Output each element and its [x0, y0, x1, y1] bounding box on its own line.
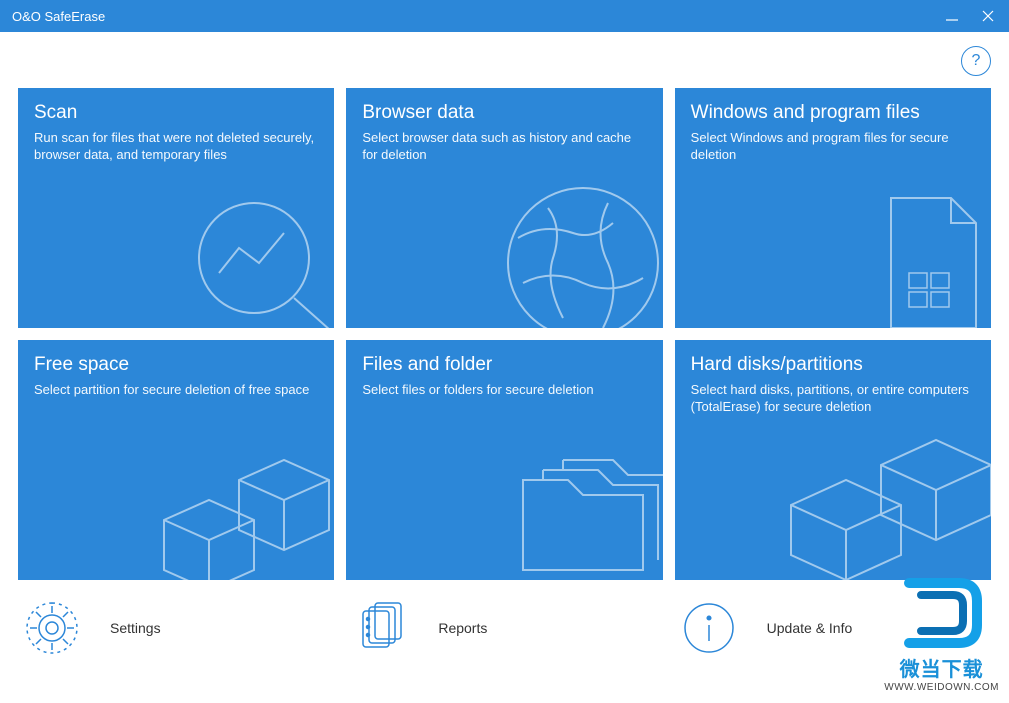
card-title: Files and folder: [362, 354, 646, 376]
card-title: Free space: [34, 354, 318, 376]
card-desc: Select browser data such as history and …: [362, 130, 646, 164]
window-controls: [943, 7, 997, 25]
info-icon: [681, 600, 737, 656]
magnifier-icon: [164, 188, 334, 328]
nav-settings[interactable]: Settings: [18, 596, 334, 660]
card-title: Scan: [34, 102, 318, 124]
card-windows-files[interactable]: Windows and program files Select Windows…: [675, 88, 991, 328]
help-icon: ?: [972, 52, 981, 70]
reports-icon: [352, 600, 408, 656]
gear-icon: [24, 600, 80, 656]
disks-icon: [771, 410, 991, 580]
minimize-icon: [945, 9, 959, 23]
card-title: Browser data: [362, 102, 646, 124]
minimize-button[interactable]: [943, 7, 961, 25]
bottom-nav: Settings Reports Update & Info: [0, 590, 1009, 670]
card-browser-data[interactable]: Browser data Select browser data such as…: [346, 88, 662, 328]
nav-label: Settings: [110, 620, 161, 636]
card-desc: Select files or folders for secure delet…: [362, 382, 646, 399]
nav-label: Reports: [438, 620, 487, 636]
app-title: O&O SafeErase: [12, 9, 943, 24]
nav-update-info[interactable]: Update & Info: [675, 596, 991, 660]
watermark-line2: WWW.WEIDOWN.COM: [884, 682, 999, 693]
help-row: ?: [0, 32, 1009, 76]
file-window-icon: [861, 178, 991, 328]
nav-reports[interactable]: Reports: [346, 596, 662, 660]
card-hard-disks[interactable]: Hard disks/partitions Select hard disks,…: [675, 340, 991, 580]
card-desc: Select partition for secure deletion of …: [34, 382, 318, 399]
help-button[interactable]: ?: [961, 46, 991, 76]
globe-icon: [473, 168, 663, 328]
card-title: Hard disks/partitions: [691, 354, 975, 376]
nav-label: Update & Info: [767, 620, 853, 636]
titlebar: O&O SafeErase: [0, 0, 1009, 32]
close-button[interactable]: [979, 7, 997, 25]
close-icon: [981, 9, 995, 23]
folder-icon: [473, 420, 663, 580]
card-files-folder[interactable]: Files and folder Select files or folders…: [346, 340, 662, 580]
card-title: Windows and program files: [691, 102, 975, 124]
card-desc: Run scan for files that were not deleted…: [34, 130, 318, 164]
card-desc: Select Windows and program files for sec…: [691, 130, 975, 164]
boxes-icon: [134, 420, 334, 580]
card-scan[interactable]: Scan Run scan for files that were not de…: [18, 88, 334, 328]
card-grid: Scan Run scan for files that were not de…: [0, 76, 1009, 590]
card-free-space[interactable]: Free space Select partition for secure d…: [18, 340, 334, 580]
